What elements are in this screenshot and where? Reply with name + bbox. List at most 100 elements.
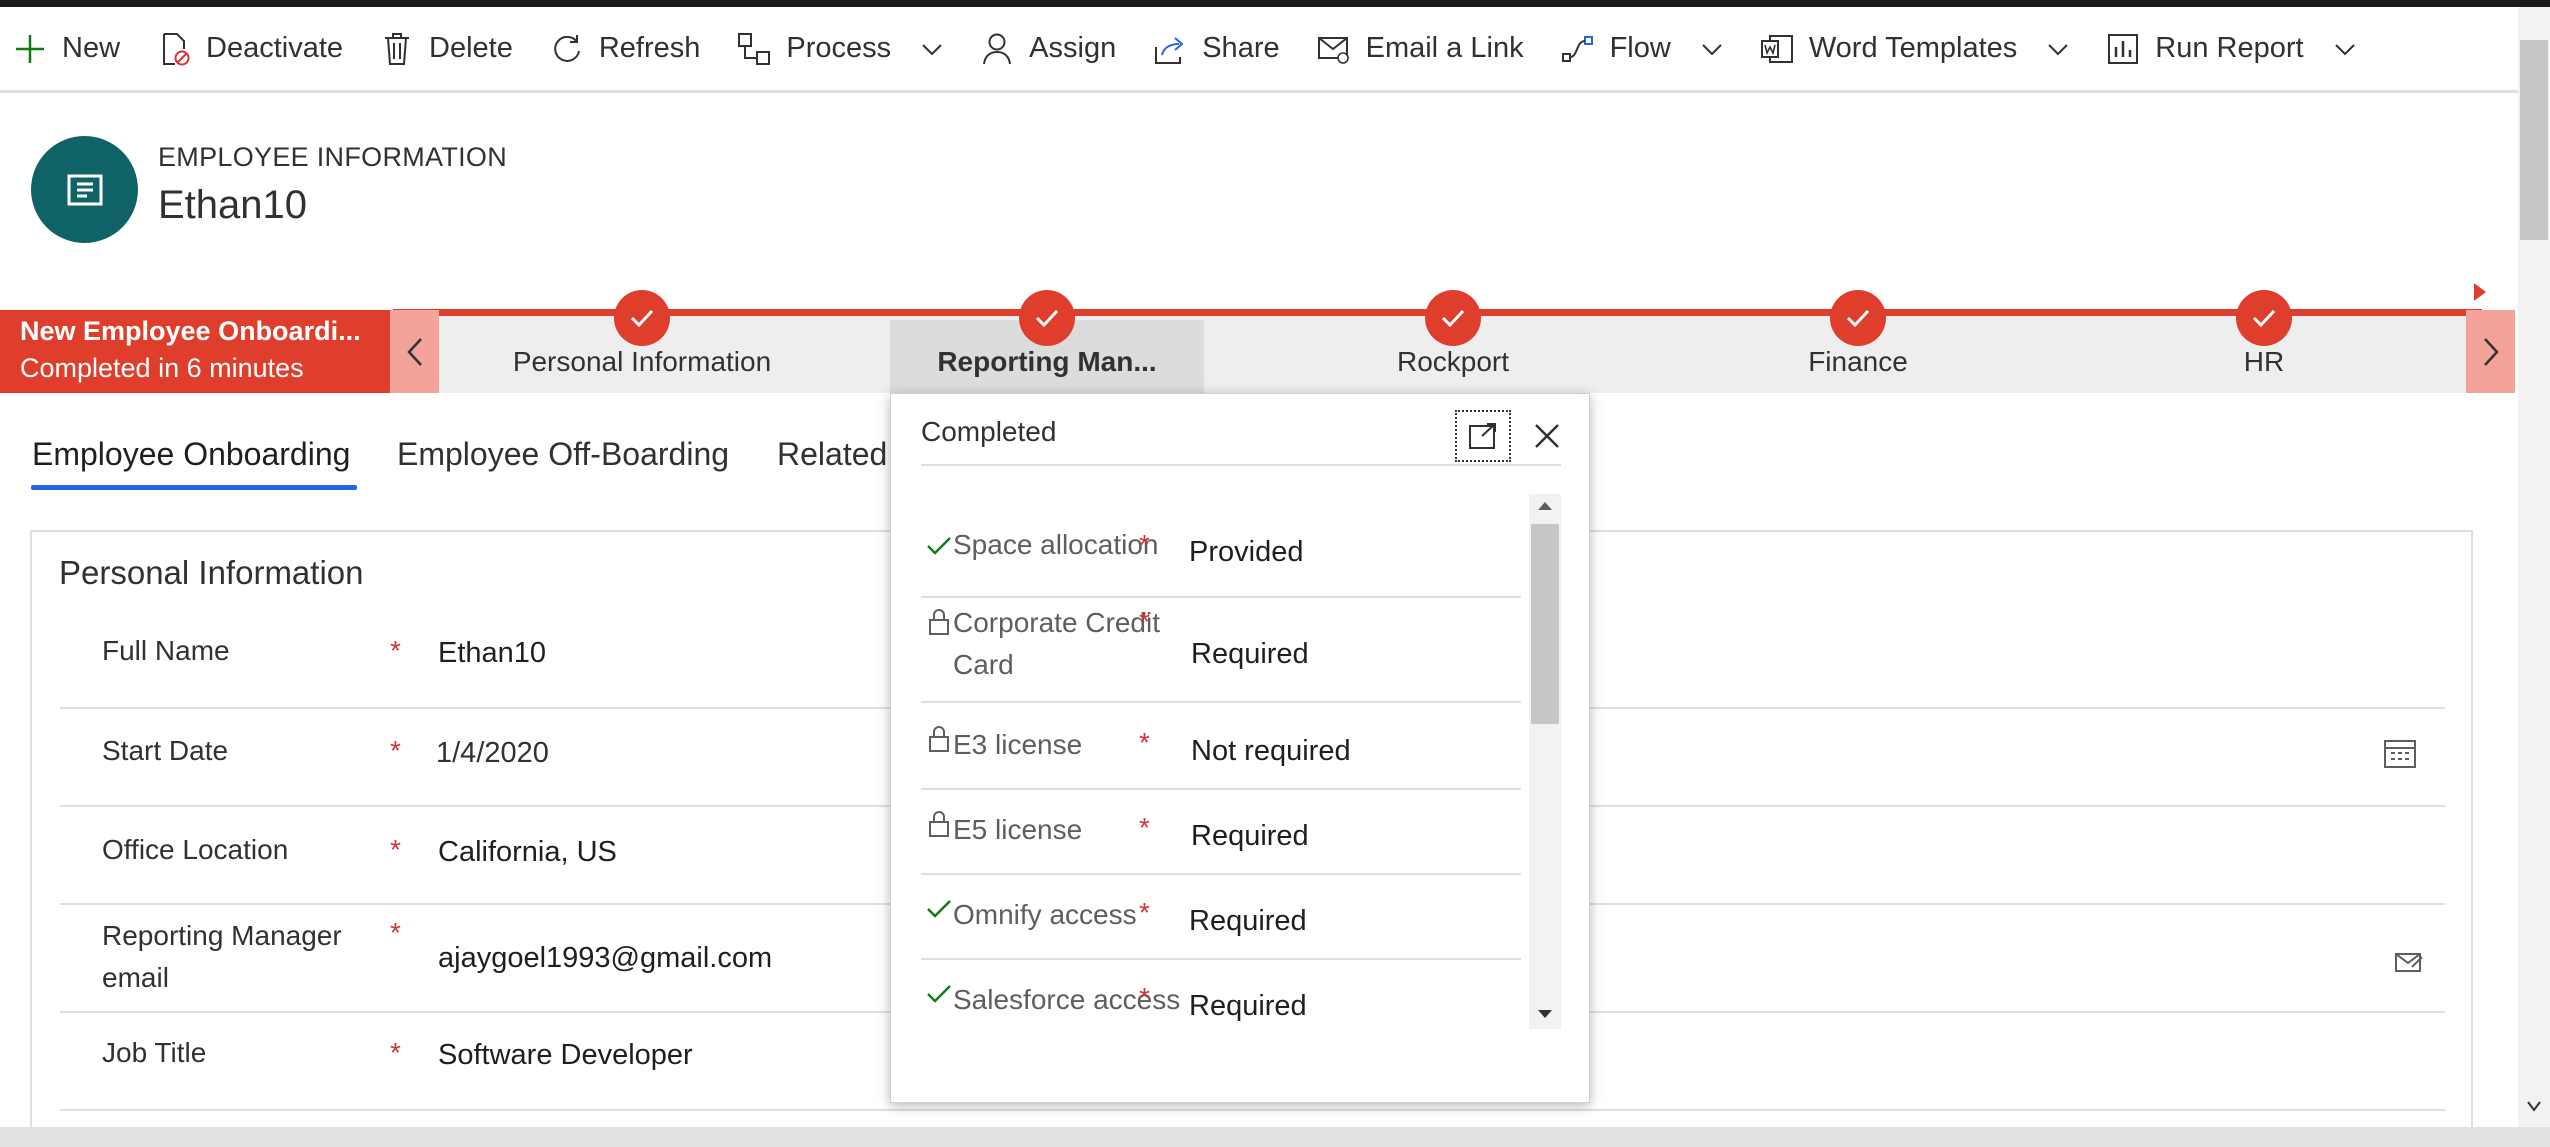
assign-button-label: Assign bbox=[1029, 32, 1117, 64]
required-marker: * bbox=[390, 917, 401, 948]
close-flyout-button[interactable] bbox=[1521, 410, 1573, 462]
salesforce-access-field[interactable]: Required bbox=[1189, 990, 1307, 1023]
share-icon bbox=[1152, 31, 1188, 67]
delete-button[interactable]: Delete bbox=[379, 14, 531, 84]
step-row-e3-license: E3 license * Not required bbox=[921, 703, 1521, 790]
required-marker: * bbox=[390, 735, 401, 766]
run-report-button-label: Run Report bbox=[2155, 32, 2304, 64]
stage-reporting-manager[interactable]: Reporting Man... bbox=[887, 290, 1207, 393]
e5-license-field[interactable]: Required bbox=[1191, 820, 1309, 853]
command-bar: New Deactivate Delete Refresh Process As… bbox=[0, 7, 2518, 93]
word-templates-button[interactable]: Word Templates bbox=[1759, 14, 2087, 84]
share-button[interactable]: Share bbox=[1152, 14, 1297, 84]
process-flag[interactable]: New Employee Onboardi... Completed in 6 … bbox=[0, 310, 390, 393]
deactivate-button[interactable]: Deactivate bbox=[156, 14, 361, 84]
email-link-icon bbox=[1316, 31, 1352, 67]
process-prev-button[interactable] bbox=[390, 310, 439, 393]
stage-complete-icon bbox=[1830, 290, 1886, 346]
e3-license-field[interactable]: Not required bbox=[1191, 735, 1351, 768]
top-border bbox=[0, 0, 2550, 7]
reporting-manager-email-field[interactable]: ajaygoel1993@gmail.com bbox=[438, 942, 772, 975]
stage-label: HR bbox=[2243, 346, 2285, 377]
email-link-button-label: Email a Link bbox=[1365, 32, 1524, 64]
calendar-icon[interactable] bbox=[2383, 737, 2417, 769]
field-label: Job Title bbox=[102, 1037, 207, 1068]
flyout-scrollbar-thumb[interactable] bbox=[1531, 524, 1559, 724]
field-label: Full Name bbox=[102, 635, 230, 666]
new-button[interactable]: New bbox=[12, 14, 138, 84]
deactivate-button-label: Deactivate bbox=[206, 32, 344, 64]
flow-button[interactable]: Flow bbox=[1560, 14, 1741, 84]
step-row-omnify-access: Omnify access * Required bbox=[921, 875, 1521, 960]
chevron-down-icon[interactable] bbox=[2047, 38, 2069, 60]
required-marker: * bbox=[1139, 982, 1150, 1013]
active-tab-indicator bbox=[31, 485, 357, 490]
dock-flyout-button[interactable] bbox=[1455, 410, 1511, 462]
required-marker: * bbox=[390, 1037, 401, 1068]
scroll-down-icon[interactable] bbox=[1536, 1008, 1554, 1020]
word-templates-button-label: Word Templates bbox=[1808, 32, 2018, 64]
tab-related[interactable]: Related bbox=[777, 436, 887, 473]
step-label: E3 license bbox=[953, 729, 1083, 760]
step-label: Space allocation bbox=[953, 529, 1159, 560]
required-marker: * bbox=[390, 635, 401, 666]
step-label: Omnify access bbox=[953, 899, 1137, 930]
assign-button[interactable]: Assign bbox=[979, 14, 1134, 84]
stage-complete-icon bbox=[1019, 290, 1075, 346]
record-title: Ethan10 bbox=[158, 183, 308, 227]
stage-label: Personal Information bbox=[512, 346, 772, 377]
process-name: New Employee Onboardi... bbox=[20, 316, 361, 346]
stage-label: Reporting Man... bbox=[937, 346, 1157, 377]
entity-type-label: EMPLOYEE INFORMATION bbox=[158, 142, 508, 172]
flow-button-label: Flow bbox=[1609, 32, 1671, 64]
stage-rockport[interactable]: Rockport bbox=[1293, 290, 1613, 393]
stage-complete-icon bbox=[614, 290, 670, 346]
space-allocation-field[interactable]: Provided bbox=[1189, 536, 1303, 569]
stage-personal-information[interactable]: Personal Information bbox=[482, 290, 802, 393]
process-status: Completed in 6 minutes bbox=[20, 353, 304, 383]
tab-employee-onboarding[interactable]: Employee Onboarding bbox=[32, 436, 350, 473]
process-button[interactable]: Process bbox=[736, 14, 961, 84]
start-date-field[interactable]: 1/4/2020 bbox=[436, 737, 549, 770]
office-location-field[interactable]: California, US bbox=[438, 836, 617, 869]
process-next-button[interactable] bbox=[2466, 310, 2515, 393]
required-marker: * bbox=[1139, 606, 1150, 637]
check-icon bbox=[925, 895, 953, 923]
process-button-label: Process bbox=[786, 32, 892, 64]
chevron-down-icon[interactable] bbox=[2334, 38, 2356, 60]
stage-hr[interactable]: HR bbox=[2104, 290, 2424, 393]
run-report-button[interactable]: Run Report bbox=[2105, 14, 2373, 84]
entity-icon bbox=[67, 174, 102, 205]
email-link-button[interactable]: Email a Link bbox=[1316, 14, 1542, 84]
stage-label: Rockport bbox=[1396, 346, 1510, 377]
required-marker: * bbox=[1139, 812, 1150, 843]
close-icon bbox=[1535, 424, 1559, 448]
scroll-down-icon[interactable] bbox=[2526, 1100, 2542, 1112]
page-scrollbar-thumb[interactable] bbox=[2520, 40, 2548, 240]
refresh-button[interactable]: Refresh bbox=[549, 14, 719, 84]
send-email-icon[interactable] bbox=[2394, 949, 2424, 975]
flyout-divider bbox=[921, 464, 1561, 466]
lock-icon bbox=[925, 810, 953, 838]
expand-icon bbox=[1469, 423, 1496, 449]
step-row-e5-license: E5 license * Required bbox=[921, 790, 1521, 875]
chevron-down-icon[interactable] bbox=[1701, 38, 1723, 60]
job-title-field[interactable]: Software Developer bbox=[438, 1039, 693, 1072]
field-label: Reporting Manager email bbox=[102, 920, 342, 993]
full-name-field[interactable]: Ethan10 bbox=[438, 637, 546, 670]
refresh-icon bbox=[549, 31, 585, 67]
check-icon bbox=[925, 532, 953, 560]
tab-employee-off-boarding[interactable]: Employee Off-Boarding bbox=[397, 436, 729, 473]
word-icon bbox=[1759, 31, 1795, 67]
step-label: Corporate Credit Card bbox=[953, 607, 1160, 680]
step-row-salesforce-access: Salesforce access * Required bbox=[921, 960, 1521, 1030]
chevron-down-icon[interactable] bbox=[921, 38, 943, 60]
flow-icon bbox=[1560, 31, 1596, 67]
step-row-space-allocation: Space allocation * Provided bbox=[921, 524, 1521, 598]
stage-finance[interactable]: Finance bbox=[1698, 290, 2018, 393]
required-marker: * bbox=[1139, 897, 1150, 928]
scroll-up-icon[interactable] bbox=[1536, 500, 1554, 512]
corporate-credit-card-field[interactable]: Required bbox=[1191, 638, 1309, 671]
step-label: Salesforce access bbox=[953, 984, 1181, 1015]
omnify-access-field[interactable]: Required bbox=[1189, 905, 1307, 938]
